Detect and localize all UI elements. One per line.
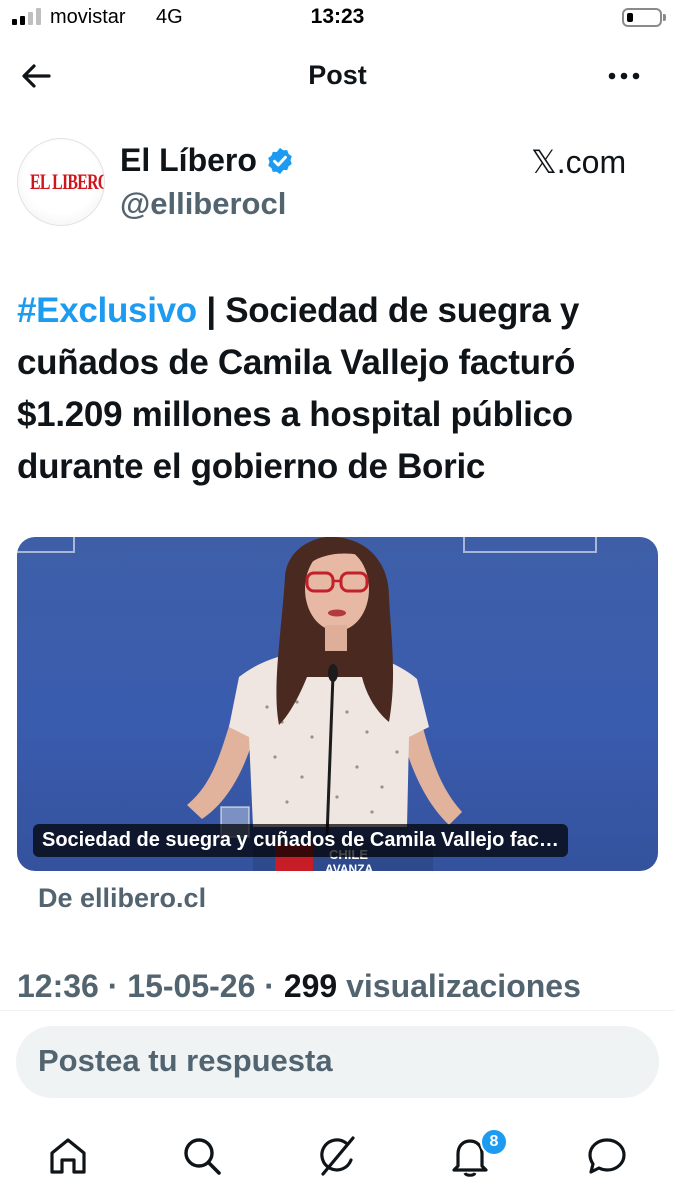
spokesperson-photo: CHILE AVANZA (187, 537, 462, 871)
top-bar: Post (0, 48, 675, 104)
views-label: visualizaciones (337, 968, 581, 1004)
search-icon (184, 1138, 221, 1175)
home-icon (50, 1138, 86, 1174)
author-avatar[interactable]: EL LIBERO (17, 138, 105, 226)
author-display-name[interactable]: El Líbero (120, 142, 295, 179)
grok-icon (320, 1136, 355, 1176)
messages-icon (588, 1138, 626, 1174)
bottom-tab-bar (0, 1120, 675, 1200)
tab-home[interactable] (44, 1132, 92, 1180)
source-site-label: 𝕏.com (531, 144, 627, 180)
author-handle[interactable]: @elliberocl (120, 186, 286, 222)
divider (0, 1010, 675, 1011)
post-meta: 12:36 · 15-05-26 · 299 visualizaciones (17, 968, 581, 1005)
notifications-badge: 8 (480, 1128, 508, 1156)
post-timestamp: 12:36 · 15-05-26 · (17, 968, 284, 1004)
tab-search[interactable] (178, 1132, 226, 1180)
reply-input[interactable]: Postea tu respuesta (16, 1026, 659, 1098)
link-card-image[interactable]: CHILE AVANZA Sociedad de suegra y cuñado… (17, 537, 658, 871)
battery-icon (622, 8, 666, 27)
more-horizontal-icon (608, 72, 640, 80)
reply-placeholder: Postea tu respuesta (38, 1043, 333, 1078)
author-name-text: El Líbero (120, 142, 257, 178)
link-source-domain[interactable]: De ellibero.cl (38, 883, 206, 914)
el-libero-logo: EL LIBERO (30, 169, 105, 194)
hashtag-link[interactable]: #Exclusivo (17, 291, 197, 330)
views-count: 299 (283, 968, 338, 1004)
status-bar: movistar 4G 13:23 (0, 0, 675, 40)
page-title: Post (308, 60, 367, 90)
status-time: 13:23 (310, 5, 365, 28)
verified-badge-icon (268, 147, 292, 174)
more-options-button[interactable] (604, 58, 644, 94)
tab-messages[interactable] (583, 1132, 631, 1180)
tab-grok[interactable] (313, 1132, 361, 1180)
svg-text:AVANZA: AVANZA (325, 862, 374, 871)
post-text: #Exclusivo | Sociedad de suegra y cuñado… (17, 285, 665, 493)
link-card-caption: Sociedad de suegra y cuñados de Camila V… (33, 824, 568, 857)
